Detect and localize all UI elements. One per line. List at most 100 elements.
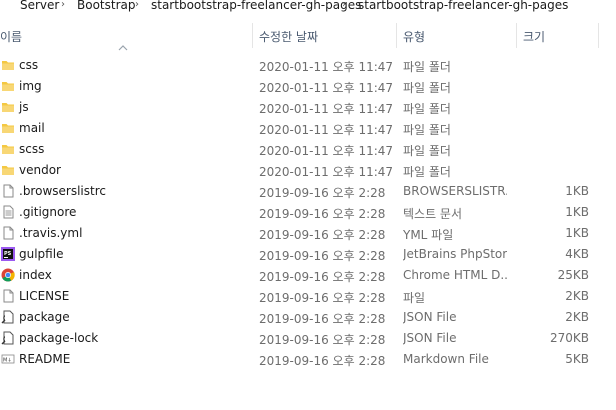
file-name: mail xyxy=(19,121,45,135)
file-row[interactable]: package-lock 2019-09-16 오후 2:28 JSON File 2… xyxy=(0,328,616,349)
file-type: Chrome HTML D... xyxy=(403,268,507,282)
column-divider[interactable] xyxy=(396,23,397,48)
file-name: README xyxy=(19,352,71,366)
column-divider[interactable] xyxy=(516,23,517,48)
file-type: 파일 폴더 xyxy=(403,144,451,158)
file-row[interactable]: .browserslistrc 2019-09-16 오후 2:28 BROWSER… xyxy=(0,181,616,202)
phpstorm-icon: PS xyxy=(1,247,15,261)
file-row[interactable]: index 2019-09-16 오후 2:28 Chrome HTML D... 2… xyxy=(0,265,616,286)
file-row[interactable]: css 2020-01-11 오후 11:47 파일 폴더 xyxy=(0,55,616,76)
file-name: .gitignore xyxy=(19,205,77,219)
markdown-file-icon: M↓ xyxy=(1,352,15,366)
file-size: 1KB xyxy=(565,184,589,198)
file-name: .browserslistrc xyxy=(19,184,106,198)
file-name: vendor xyxy=(19,163,61,177)
file-row[interactable]: package 2019-09-16 오후 2:28 JSON File 2KB xyxy=(0,307,616,328)
file-date-modified: 2020-01-11 오후 11:47 xyxy=(259,144,394,158)
file-name: gulpfile xyxy=(19,247,64,261)
file-date-modified: 2019-09-16 오후 2:28 xyxy=(259,186,386,200)
file-type: JetBrains PhpStorm xyxy=(403,247,507,261)
file-row[interactable]: vendor 2020-01-11 오후 11:47 파일 폴더 xyxy=(0,160,616,181)
file-size: 270KB xyxy=(549,331,589,345)
json-file-icon xyxy=(1,331,15,345)
file-size: 2KB xyxy=(565,310,589,324)
column-divider[interactable] xyxy=(252,23,253,48)
file-date-modified: 2020-01-11 오후 11:47 xyxy=(259,60,394,74)
folder-icon xyxy=(1,121,15,135)
file-date-modified: 2020-01-11 오후 11:47 xyxy=(259,81,394,95)
file-name: package-lock xyxy=(19,331,99,345)
breadcrumb-item[interactable]: Server xyxy=(20,0,59,12)
file-type: 파일 폴더 xyxy=(403,81,451,95)
folder-icon xyxy=(1,142,15,156)
file-type: 파일 폴더 xyxy=(403,60,451,74)
file-name: scss xyxy=(19,142,45,156)
svg-text:M↓: M↓ xyxy=(3,358,12,364)
breadcrumb-separator-icon[interactable]: › xyxy=(61,0,65,10)
file-date-modified: 2020-01-11 오후 11:47 xyxy=(259,165,394,179)
folder-icon xyxy=(1,163,15,177)
file-row[interactable]: scss 2020-01-11 오후 11:47 파일 폴더 xyxy=(0,139,616,160)
file-type: 텍스트 문서 xyxy=(403,207,463,221)
breadcrumb-separator-icon[interactable]: › xyxy=(135,0,139,10)
column-divider[interactable] xyxy=(598,23,599,48)
column-header-size[interactable]: 크기 xyxy=(523,28,545,45)
file-name: package xyxy=(19,310,70,324)
file-date-modified: 2020-01-11 오후 11:47 xyxy=(259,123,394,137)
file-date-modified: 2019-09-16 오후 2:28 xyxy=(259,207,386,221)
breadcrumb: Server › Bootstrap › startbootstrap-freelanc… xyxy=(0,0,616,16)
breadcrumb-item[interactable]: startbootstrap-freelancer-gh-pages xyxy=(151,0,361,12)
folder-icon xyxy=(1,79,15,93)
file-size: 5KB xyxy=(565,352,589,366)
json-file-icon xyxy=(1,310,15,324)
file-type: 파일 폴더 xyxy=(403,102,451,116)
column-header-date[interactable]: 수정한 날짜 xyxy=(259,28,318,45)
blank-file-icon xyxy=(1,184,15,198)
file-date-modified: 2019-09-16 오후 2:28 xyxy=(259,228,386,242)
folder-icon xyxy=(1,100,15,114)
file-row[interactable]: mail 2020-01-11 오후 11:47 파일 폴더 xyxy=(0,118,616,139)
file-row[interactable]: js 2020-01-11 오후 11:47 파일 폴더 xyxy=(0,97,616,118)
file-row[interactable]: PS gulpfile 2019-09-16 오후 2:28 JetBrains Ph… xyxy=(0,244,616,265)
file-size: 1KB xyxy=(565,226,589,240)
file-date-modified: 2020-01-11 오후 11:47 xyxy=(259,102,394,116)
file-type: YML 파일 xyxy=(403,228,454,242)
file-type: 파일 xyxy=(403,291,426,305)
file-type: Markdown File xyxy=(403,352,489,366)
column-header-name[interactable]: 이름 xyxy=(0,28,22,45)
file-name: img xyxy=(19,79,42,93)
sort-ascending-icon xyxy=(118,45,128,51)
file-date-modified: 2019-09-16 오후 2:28 xyxy=(259,312,386,326)
file-name: LICENSE xyxy=(19,289,70,303)
file-size: 25KB xyxy=(557,268,589,282)
file-row[interactable]: M↓ README 2019-09-16 오후 2:28 Markdown File 5… xyxy=(0,349,616,370)
file-type: 파일 폴더 xyxy=(403,123,451,137)
file-date-modified: 2019-09-16 오후 2:28 xyxy=(259,270,386,284)
breadcrumb-item[interactable]: Bootstrap xyxy=(77,0,135,12)
breadcrumb-item[interactable]: startbootstrap-freelancer-gh-pages xyxy=(358,0,568,12)
blank-file-icon xyxy=(1,289,15,303)
text-file-icon xyxy=(1,205,15,219)
breadcrumb-separator-icon[interactable]: › xyxy=(342,0,346,10)
file-type: BROWSERSLISTR... xyxy=(403,184,507,198)
file-type: JSON File xyxy=(403,331,457,345)
file-type: JSON File xyxy=(403,310,457,324)
svg-text:PS: PS xyxy=(4,251,12,257)
folder-icon xyxy=(1,58,15,72)
file-row[interactable]: .gitignore 2019-09-16 오후 2:28 텍스트 문서 1KB xyxy=(0,202,616,223)
file-row[interactable]: .travis.yml 2019-09-16 오후 2:28 YML 파일 1KB xyxy=(0,223,616,244)
file-date-modified: 2019-09-16 오후 2:28 xyxy=(259,291,386,305)
file-size: 2KB xyxy=(565,289,589,303)
column-header-row: 이름 수정한 날짜 유형 크기 xyxy=(0,23,616,51)
file-name: js xyxy=(19,100,29,114)
column-header-type[interactable]: 유형 xyxy=(403,28,425,45)
file-size: 1KB xyxy=(565,205,589,219)
file-name: .travis.yml xyxy=(19,226,83,240)
blank-file-icon xyxy=(1,226,15,240)
file-name: index xyxy=(19,268,52,282)
file-name: css xyxy=(19,58,39,72)
file-row[interactable]: img 2020-01-11 오후 11:47 파일 폴더 xyxy=(0,76,616,97)
file-size: 4KB xyxy=(565,247,589,261)
file-row[interactable]: LICENSE 2019-09-16 오후 2:28 파일 2KB xyxy=(0,286,616,307)
file-type: 파일 폴더 xyxy=(403,165,451,179)
